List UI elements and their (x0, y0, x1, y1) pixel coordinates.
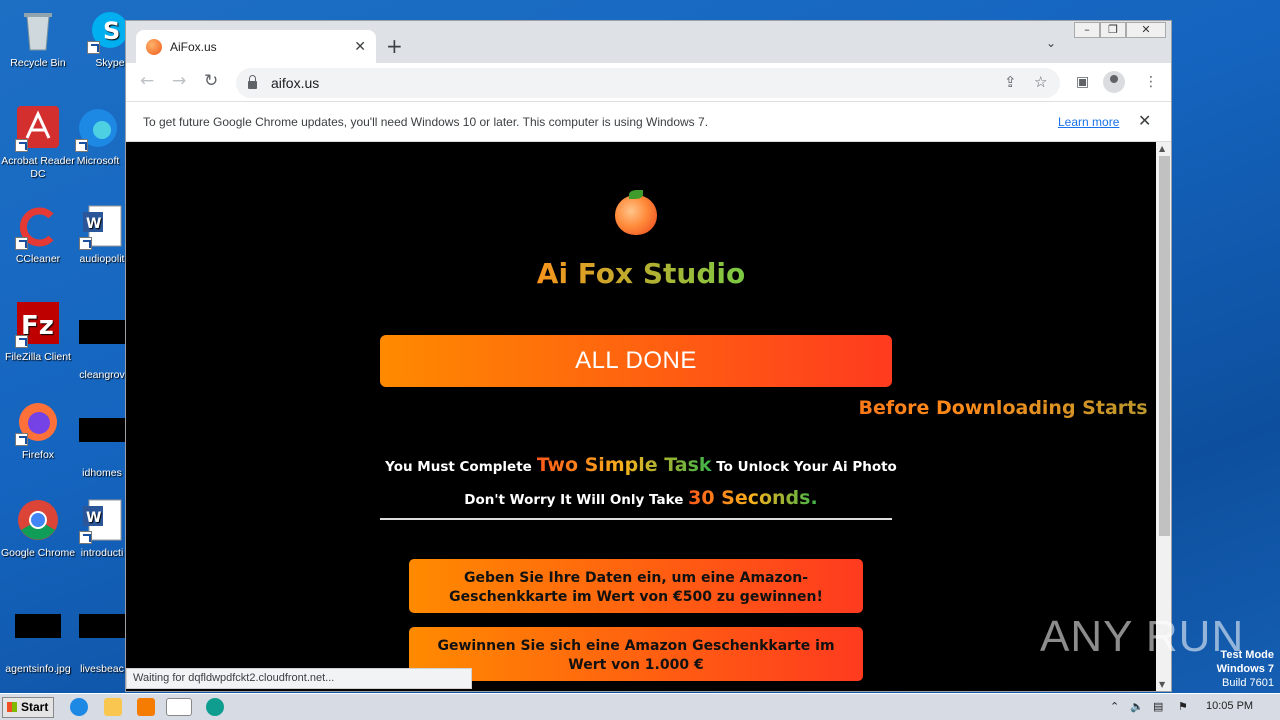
share-icon[interactable]: ⇪ (1004, 73, 1017, 91)
chrome-window: AiFox.us ✕ + ⌄ – ❐ ✕ ← → ↻ aifox.us ⇪ ☆ … (125, 20, 1172, 692)
close-window-button[interactable]: ✕ (1126, 22, 1166, 38)
site-title: Ai Fox Studio (126, 257, 1156, 290)
edge-icon (75, 106, 121, 152)
network-icon[interactable]: ▤ (1153, 700, 1163, 713)
subtitle-wrap: Before Downloading Starts (488, 397, 1147, 419)
scroll-thumb[interactable] (1159, 156, 1170, 536)
os-name-label: Windows 7 (1216, 663, 1274, 675)
desktop-icon-label: Recycle Bin (10, 57, 66, 69)
tab-strip: AiFox.us ✕ + ⌄ – ❐ ✕ (126, 21, 1171, 63)
scroll-up-icon[interactable]: ▲ (1159, 144, 1165, 153)
test-mode-notice: Test Mode Windows 7 Build 7601 (1217, 648, 1274, 690)
page-scrollbar[interactable]: ▲ ▼ (1156, 142, 1171, 691)
all-done-button[interactable]: ALL DONE (380, 335, 892, 387)
svg-text:S: S (103, 17, 120, 45)
tray-expand-icon[interactable]: ⌃ (1110, 700, 1119, 713)
filezilla-icon: Fz (15, 302, 61, 348)
page-viewport: Ai Fox Studio ALL DONE Before Downloadin… (126, 142, 1156, 691)
instruction-line-1: You Must Complete Two Simple Task To Unl… (126, 454, 1156, 476)
url-text: aifox.us (271, 75, 320, 91)
peach-logo-icon (615, 195, 657, 235)
forward-icon[interactable]: → (172, 71, 186, 91)
instruction-1-prefix: You Must Complete (385, 459, 537, 475)
acrobat-icon (15, 106, 61, 152)
media-player-taskbar-icon[interactable] (137, 698, 155, 716)
volume-icon[interactable]: 🔈 (1130, 700, 1144, 713)
lock-icon (248, 75, 257, 89)
word-doc-icon: W (79, 498, 125, 544)
peach-leaf-icon (629, 190, 643, 199)
update-infobar: To get future Google Chrome updates, you… (126, 101, 1171, 142)
word-doc-icon: W (79, 204, 125, 250)
instruction-2-prefix: Don't Worry It Will Only Take (464, 492, 689, 508)
learn-more-link[interactable]: Learn more (1058, 115, 1119, 129)
instruction-1-highlight: Two Simple Task (536, 454, 712, 476)
side-panel-icon[interactable]: ▣ (1076, 74, 1089, 90)
chrome-icon (15, 498, 61, 544)
tab-aifox[interactable]: AiFox.us ✕ (136, 30, 376, 63)
profile-avatar-icon[interactable] (1103, 71, 1125, 93)
subtitle: Before Downloading Starts (488, 397, 1156, 419)
clock[interactable]: 10:05 PM (1206, 700, 1253, 712)
restore-button[interactable]: ❐ (1100, 22, 1126, 38)
divider (380, 518, 892, 520)
edge-taskbar-icon[interactable] (206, 698, 224, 716)
offer-button-2[interactable]: Gewinnen Sie sich eine Amazon Geschenkka… (409, 627, 863, 681)
menu-kebab-icon[interactable]: ⋮ (1144, 74, 1158, 90)
tab-title: AiFox.us (170, 39, 217, 54)
bookmark-star-icon[interactable]: ☆ (1034, 73, 1047, 91)
ccleaner-icon (15, 204, 61, 250)
ie-taskbar-icon[interactable] (70, 698, 88, 716)
infobar-close-icon[interactable]: ✕ (1138, 111, 1151, 131)
action-center-icon[interactable]: ⚑ (1178, 700, 1188, 713)
instruction-2-highlight: 30 Seconds. (688, 487, 818, 509)
build-label: Build 7601 (1222, 677, 1274, 689)
firefox-icon (15, 400, 61, 446)
tab-close-icon[interactable]: ✕ (354, 38, 366, 55)
scroll-down-icon[interactable]: ▼ (1159, 680, 1165, 689)
black-file-icon (79, 418, 125, 464)
toolbar: ← → ↻ aifox.us ⇪ ☆ ▣ ⋮ (126, 63, 1171, 101)
anyrun-watermark: ANY RUN (1040, 612, 1245, 661)
minimize-button[interactable]: – (1074, 22, 1100, 38)
infobar-message: To get future Google Chrome updates, you… (143, 115, 709, 129)
svg-text:W: W (86, 216, 101, 232)
instruction-1-suffix: To Unlock Your Ai Photo (711, 459, 897, 475)
svg-text:W: W (86, 510, 101, 526)
explorer-taskbar-icon[interactable] (104, 698, 122, 716)
peach-favicon-icon (146, 38, 162, 55)
start-button[interactable]: Start (2, 697, 54, 718)
new-tab-button[interactable]: + (386, 34, 403, 58)
black-file-icon (79, 320, 125, 366)
black-file-icon (79, 614, 125, 660)
desktop-icon-recycle-bin[interactable]: Recycle Bin (0, 8, 76, 70)
test-mode-label: Test Mode (1220, 649, 1274, 661)
address-bar[interactable]: aifox.us ⇪ ☆ (236, 68, 1060, 98)
chrome-taskbar-icon[interactable] (166, 698, 192, 716)
tab-search-icon[interactable]: ⌄ (1046, 36, 1056, 50)
status-bubble: Waiting for dqfldwpdfckt2.cloudfront.net… (126, 668, 472, 689)
taskbar: Start ⌃ 🔈 ▤ ⚑ 10:05 PM (0, 693, 1280, 720)
reload-icon[interactable]: ↻ (204, 71, 218, 91)
instruction-line-2: Don't Worry It Will Only Take 30 Seconds… (126, 487, 1156, 509)
black-file-icon (15, 614, 61, 660)
recycle-bin-icon (15, 8, 61, 54)
back-icon[interactable]: ← (140, 71, 154, 91)
offer-button-1[interactable]: Geben Sie Ihre Daten ein, um eine Amazon… (409, 559, 863, 613)
